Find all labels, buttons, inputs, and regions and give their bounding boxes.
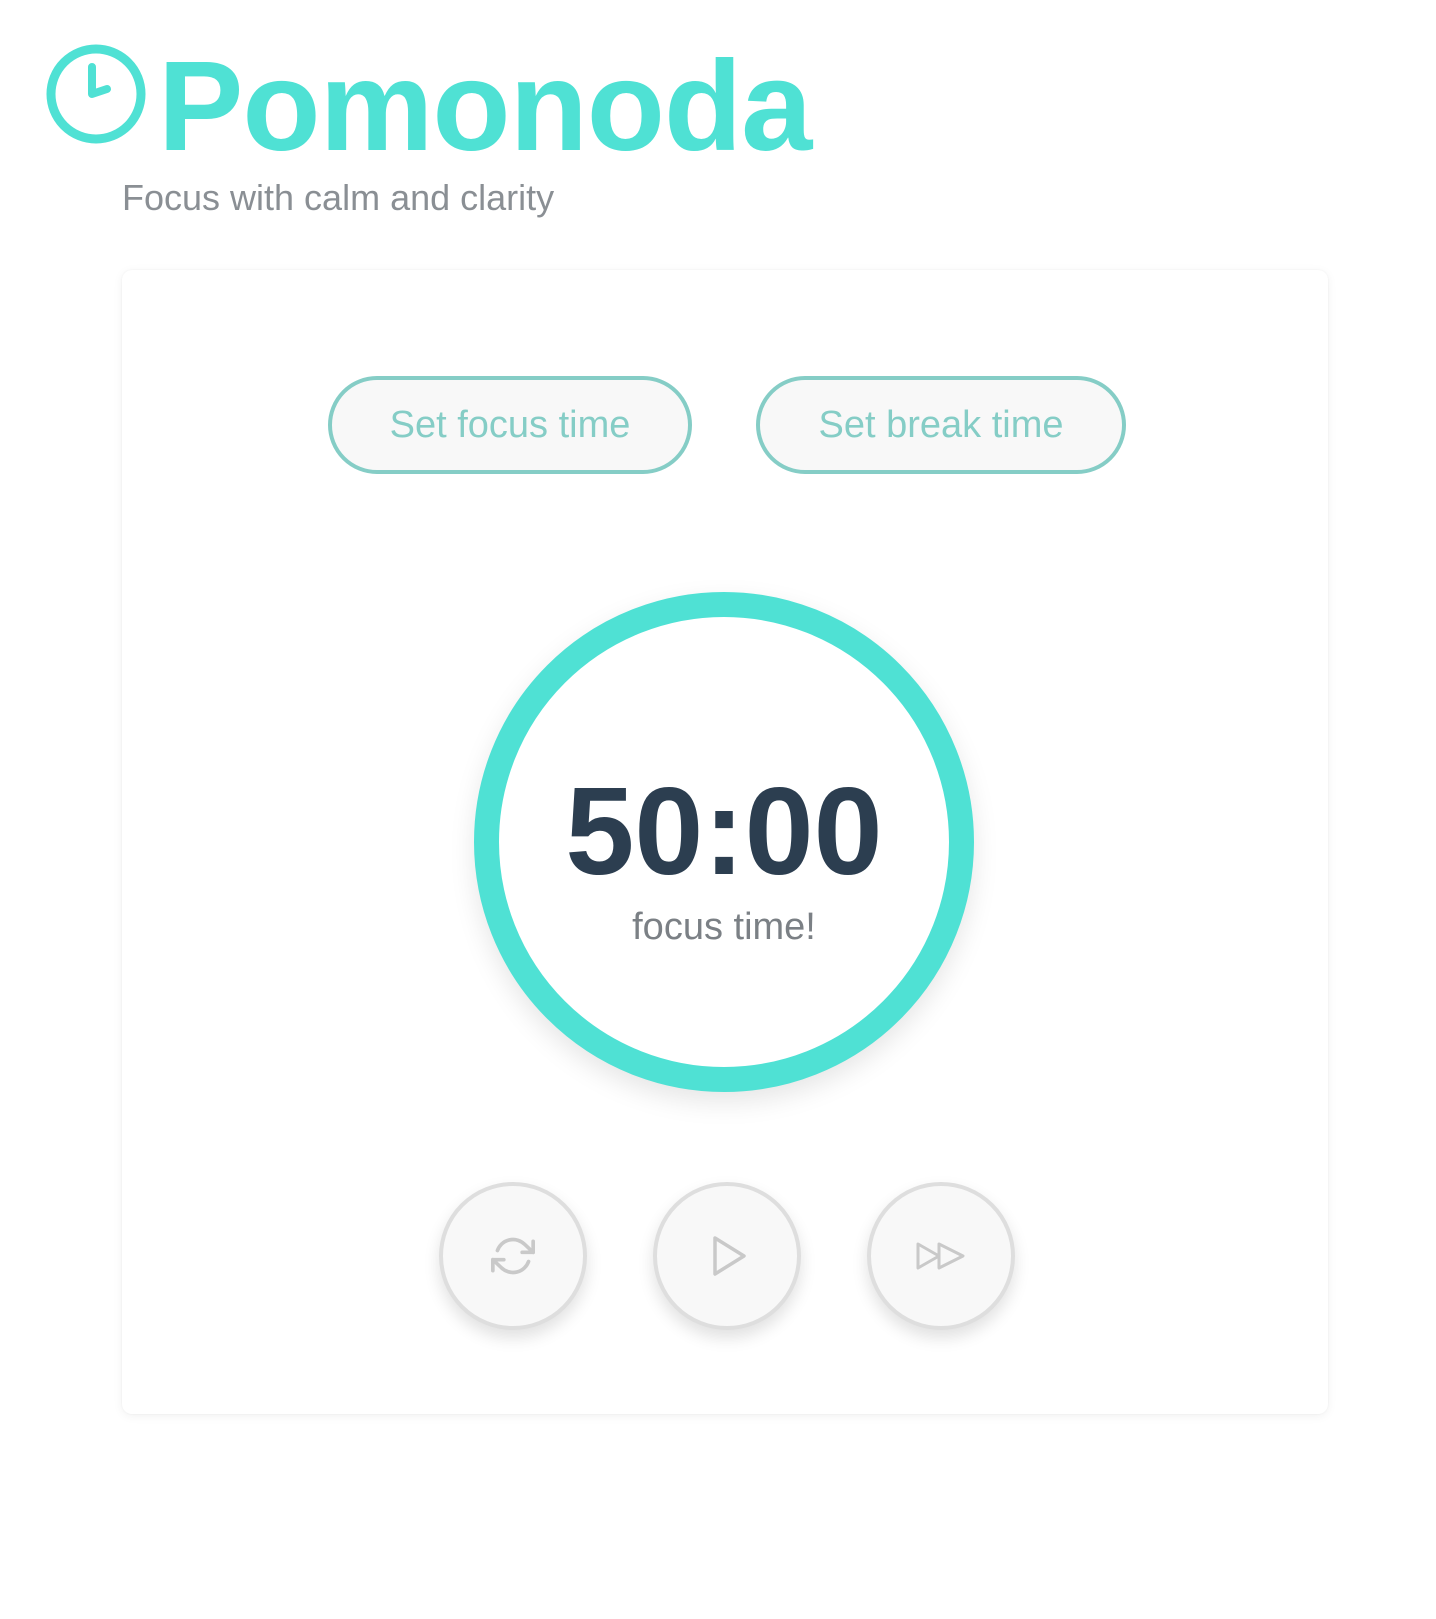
timer-card: Set focus time Set break time 50:00 focu…	[122, 270, 1328, 1414]
timer-status: focus time!	[632, 906, 816, 948]
tagline: Focus with calm and clarity	[122, 177, 555, 218]
reset-button[interactable]	[439, 1182, 587, 1330]
refresh-icon	[491, 1234, 535, 1278]
skip-button[interactable]	[867, 1182, 1015, 1330]
app-title: Pomonoda	[158, 35, 812, 178]
play-button[interactable]	[653, 1182, 801, 1330]
set-focus-time-button[interactable]: Set focus time	[328, 376, 692, 474]
timer-display: 50:00	[565, 763, 883, 901]
fast-forward-icon	[915, 1238, 967, 1274]
timer-ring: 50:00 focus time!	[474, 592, 974, 1092]
set-break-time-button[interactable]: Set break time	[756, 376, 1126, 474]
play-icon	[702, 1231, 752, 1281]
clock-icon	[44, 42, 148, 146]
